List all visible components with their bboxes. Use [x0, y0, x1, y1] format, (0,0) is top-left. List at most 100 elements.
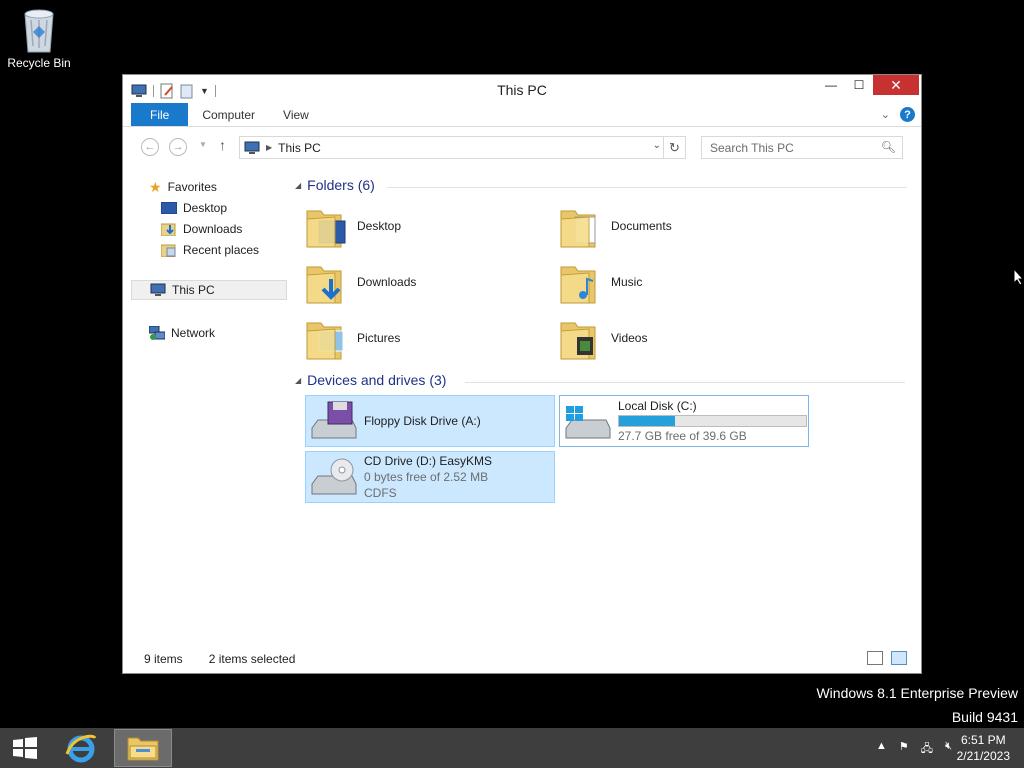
nav-item-label: Desktop [183, 201, 228, 215]
desktop-icon [161, 202, 177, 214]
tab-computer[interactable]: Computer [188, 103, 269, 126]
music-folder-icon [560, 266, 596, 304]
drive-name: Floppy Disk Drive (A:) [364, 414, 481, 428]
details-view-icon[interactable] [867, 651, 883, 665]
taskbar: ▲ ⚑ 🖧︎ 🔇︎ 6:51 PM 2/21/2023 [0, 728, 1024, 768]
breadcrumb-this-pc[interactable]: This PC [278, 141, 321, 155]
collapse-icon[interactable]: ◢ [295, 181, 301, 190]
title-bar[interactable]: ▼ This PC — ☐ ✕ [123, 75, 921, 103]
drive-local-c[interactable]: Local Disk (C:) 27.7 GB free of 39.6 GB [559, 395, 809, 447]
videos-folder-icon [560, 322, 596, 360]
explorer-window: ▼ This PC — ☐ ✕ File Computer View ⌄ ? ←… [122, 74, 922, 674]
breadcrumb-separator-icon[interactable]: ▶ [266, 143, 272, 152]
nav-item-downloads[interactable]: Downloads [161, 219, 242, 239]
start-button[interactable] [6, 729, 44, 767]
search-input[interactable]: Search This PC 🔍︎ [701, 136, 903, 159]
drive-name: Local Disk (C:) [618, 399, 697, 413]
internet-explorer-button[interactable] [58, 729, 104, 767]
watermark-build: Build 9431 [951, 709, 1018, 725]
window-title: This PC [497, 82, 547, 98]
action-center-flag-icon[interactable]: ⚑ [899, 740, 909, 759]
cd-drive-icon [311, 458, 357, 495]
computer-icon [150, 283, 166, 296]
minimize-button[interactable]: — [817, 75, 845, 95]
drive-filesystem: CDFS [364, 486, 397, 500]
file-explorer-button[interactable] [114, 729, 172, 767]
folder-pictures[interactable]: Pictures [305, 313, 545, 363]
help-icon[interactable]: ? [900, 107, 915, 122]
folder-videos[interactable]: Videos [559, 313, 799, 363]
nav-item-this-pc[interactable]: This PC [131, 280, 287, 300]
devices-header-label: Devices and drives (3) [307, 372, 447, 388]
show-hidden-icons-icon[interactable]: ▲ [876, 740, 887, 759]
floppy-drive-icon [311, 401, 357, 439]
downloads-folder-icon [306, 266, 342, 304]
back-button[interactable]: ← [141, 138, 159, 156]
folder-documents[interactable]: Documents [559, 201, 799, 251]
nav-favorites-label: Favorites [167, 180, 217, 194]
view-switcher [867, 651, 907, 665]
status-bar: 9 items 2 items selected [123, 645, 921, 673]
folder-music[interactable]: Music [559, 257, 799, 307]
folder-label: Videos [611, 331, 648, 345]
folder-label: Downloads [357, 275, 417, 289]
clock[interactable]: 6:51 PM 2/21/2023 [957, 732, 1010, 764]
refresh-button[interactable]: ↻ [663, 137, 685, 158]
up-arrow-icon[interactable]: ↑ [219, 137, 226, 153]
volume-muted-icon[interactable]: 🔇︎ [945, 740, 952, 759]
nav-item-network[interactable]: Network [149, 323, 215, 343]
documents-folder-icon [560, 210, 596, 248]
forward-button[interactable]: → [169, 138, 187, 156]
disk-usage-bar [618, 415, 807, 427]
recent-locations-icon[interactable]: ▼ [199, 140, 207, 149]
network-icon [149, 326, 165, 340]
tiles-view-icon[interactable] [891, 651, 907, 665]
star-icon: ★ [149, 178, 162, 195]
downloads-icon [161, 223, 176, 236]
clock-date: 2/21/2023 [956, 749, 1010, 763]
nav-item-label: Downloads [183, 222, 243, 236]
nav-favorites[interactable]: ★ Favorites [149, 177, 217, 197]
devices-group-header[interactable]: ◢ Devices and drives (3) [295, 372, 905, 388]
collapse-icon[interactable]: ◢ [295, 376, 301, 385]
file-explorer-icon [127, 737, 159, 761]
windows-logo-icon [13, 737, 37, 759]
network-status-icon[interactable]: 🖧︎ [921, 740, 933, 759]
recycle-bin-icon [24, 9, 54, 53]
tab-view[interactable]: View [269, 103, 323, 126]
nav-item-label: This PC [172, 283, 215, 297]
drive-cd-d[interactable]: CD Drive (D:) EasyKMS 0 bytes free of 2.… [305, 451, 555, 503]
folder-desktop[interactable]: Desktop [305, 201, 545, 251]
expand-ribbon-icon[interactable]: ⌄ [881, 108, 890, 121]
folder-label: Music [611, 275, 643, 289]
window-controls: — ☐ ✕ [817, 75, 919, 95]
tab-file[interactable]: File [131, 103, 189, 126]
folder-label: Desktop [357, 219, 402, 233]
desktop-folder-icon [306, 210, 346, 248]
address-dropdown-icon[interactable]: ⌄ [653, 140, 661, 151]
pictures-folder-icon [306, 322, 344, 360]
selection-count: 2 items selected [208, 652, 296, 666]
folders-group-header[interactable]: ◢ Folders (6) [295, 177, 907, 193]
recycle-bin-shortcut[interactable]: Recycle Bin [4, 6, 74, 70]
recycle-bin-label: Recycle Bin [7, 56, 71, 70]
search-icon[interactable]: 🔍︎ [881, 140, 896, 154]
computer-icon [244, 141, 260, 154]
close-button[interactable]: ✕ [873, 75, 919, 95]
drive-free-space: 27.7 GB free of 39.6 GB [618, 429, 747, 443]
nav-item-label: Recent places [183, 243, 260, 257]
watermark-edition: Windows 8.1 Enterprise Preview [816, 685, 1018, 701]
recent-places-icon [161, 244, 176, 257]
drive-free-space: 0 bytes free of 2.52 MB [364, 470, 489, 484]
folder-label: Pictures [357, 331, 401, 345]
address-bar[interactable]: ▶ This PC ⌄ ↻ [239, 136, 686, 159]
group-divider [465, 382, 905, 383]
nav-item-recent-places[interactable]: Recent places [161, 240, 259, 260]
nav-item-desktop[interactable]: Desktop [161, 198, 227, 218]
maximize-button[interactable]: ☐ [845, 75, 873, 95]
folder-downloads[interactable]: Downloads [305, 257, 545, 307]
system-tray: ▲ ⚑ 🖧︎ 🔇︎ [876, 740, 952, 759]
item-count: 9 items [144, 652, 183, 666]
clock-time: 6:51 PM [960, 733, 1006, 747]
drive-floppy[interactable]: Floppy Disk Drive (A:) [305, 395, 555, 447]
